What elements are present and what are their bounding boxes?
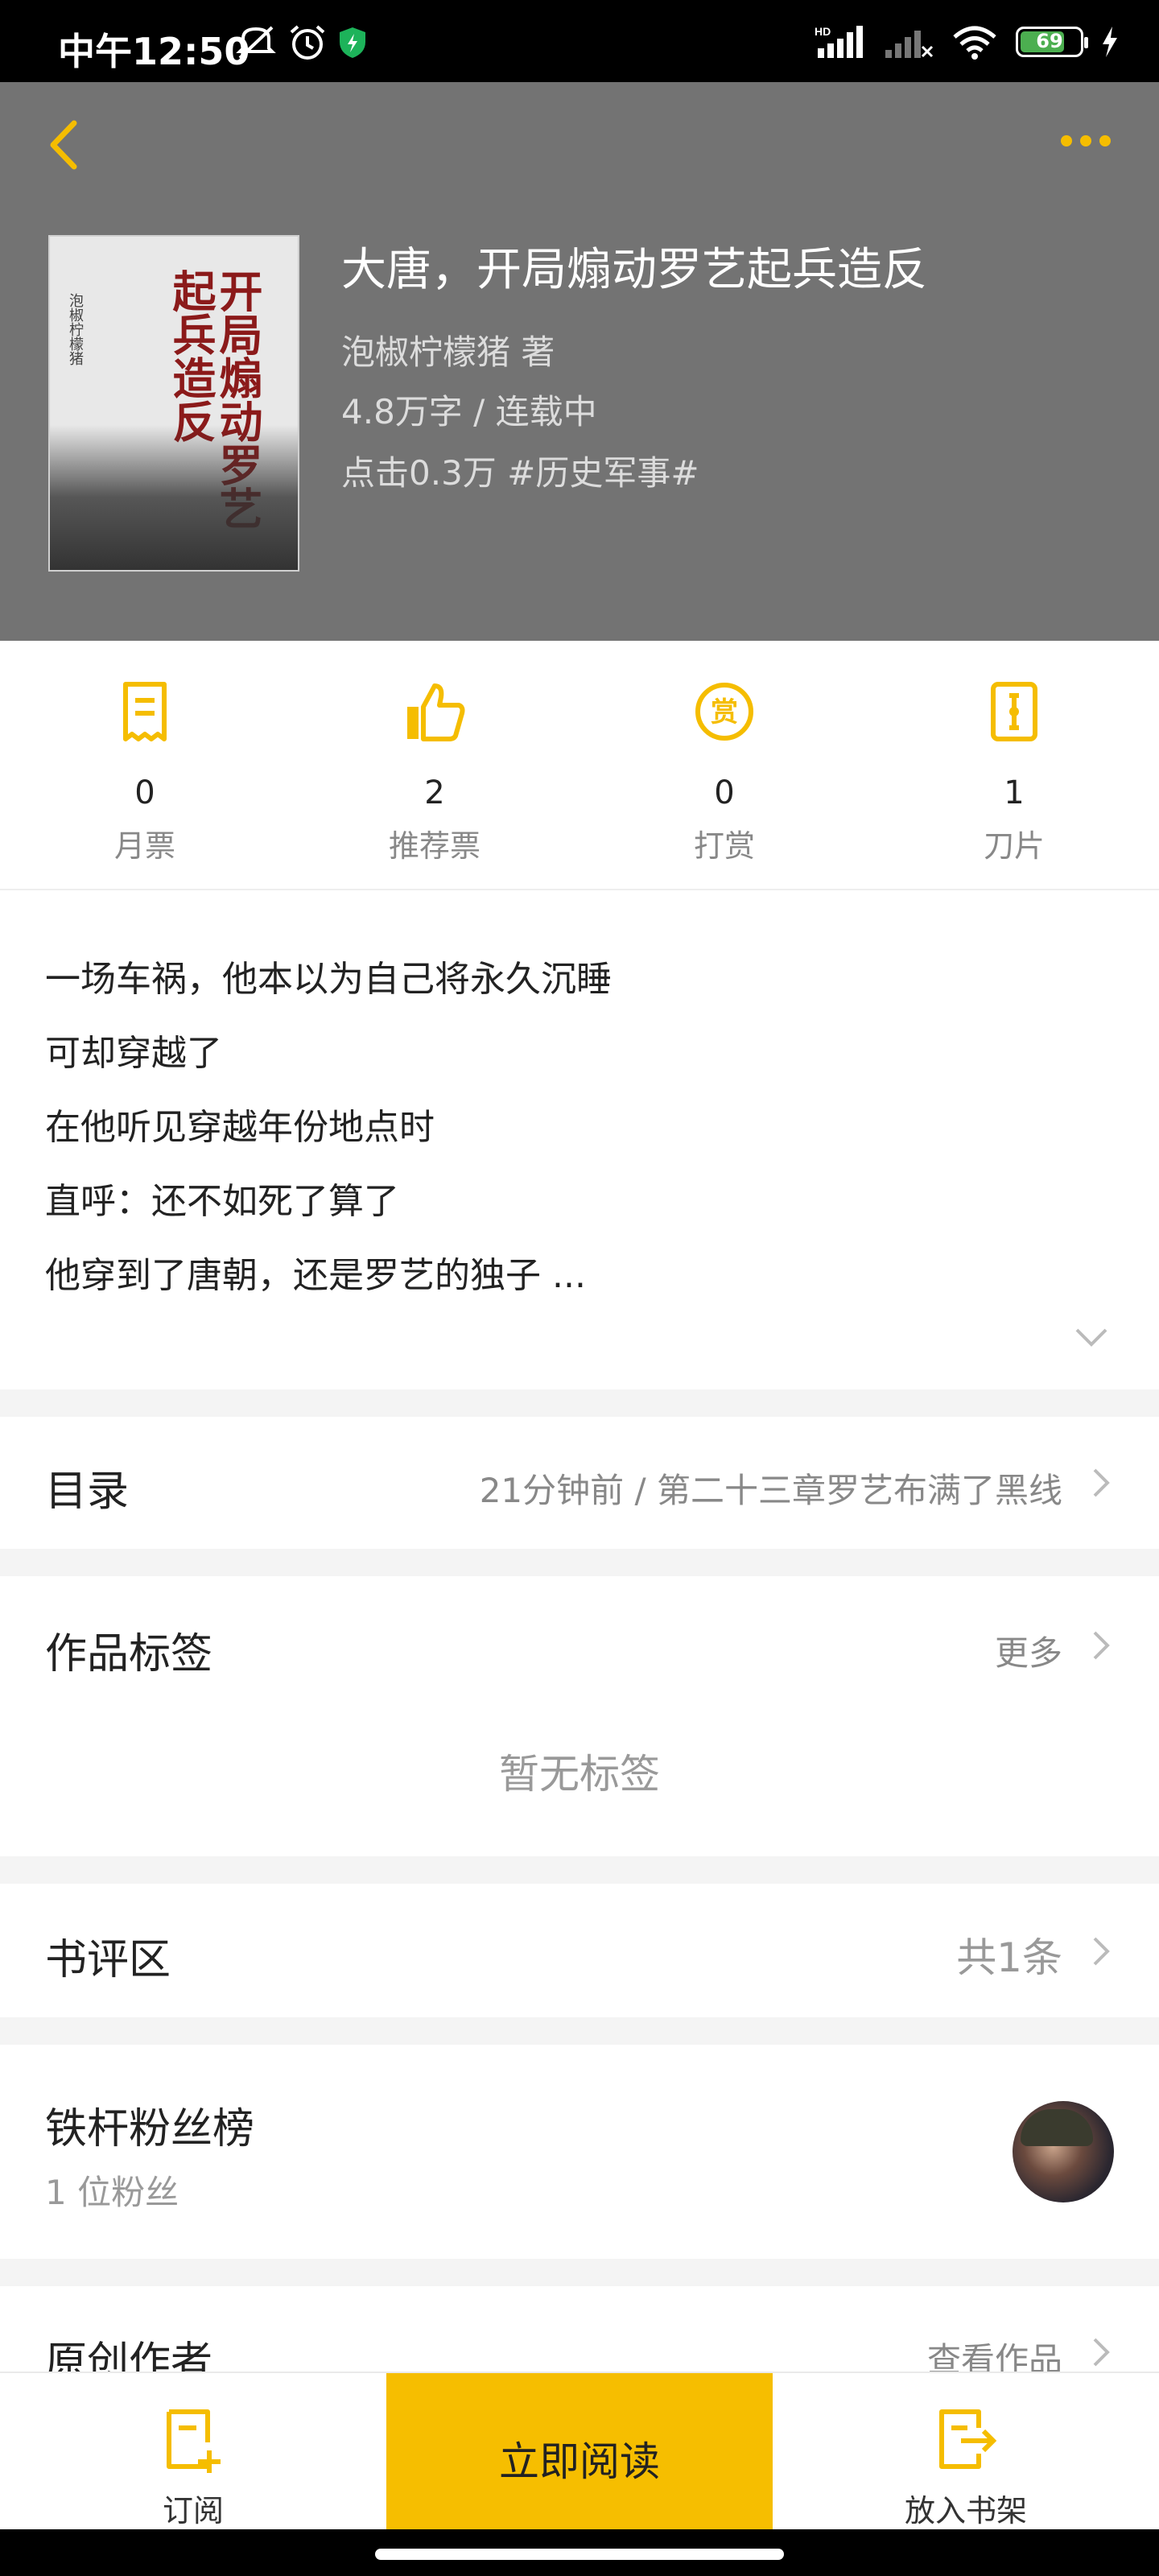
view-works-link[interactable]: 查看作品 — [927, 2333, 1062, 2372]
battery-icon: 69 — [1016, 27, 1088, 57]
wifi-icon — [953, 26, 996, 60]
stat-reward[interactable]: 赏 0 打赏 — [580, 641, 869, 889]
reviews-title: 书评区 — [45, 1936, 171, 1984]
blade-icon — [991, 682, 1037, 741]
chevron-down-icon[interactable] — [1074, 1325, 1109, 1349]
cover-artwork — [50, 425, 298, 570]
svg-text:HD: HD — [815, 25, 831, 38]
avatar[interactable] — [1013, 2101, 1114, 2202]
intro-line: 一场车祸，他本以为自己将永久沉睡 — [45, 959, 612, 1000]
stat-monthly-ticket[interactable]: 0 月票 — [0, 641, 290, 889]
read-now-label: 立即阅读 — [499, 2438, 660, 2485]
stat-recommend[interactable]: 2 推荐票 — [290, 641, 580, 889]
intro-line: 在他听见穿越年份地点时 — [45, 1107, 435, 1148]
add-to-shelf-button[interactable]: 放入书架 — [773, 2373, 1159, 2531]
signal-off-icon — [885, 31, 934, 58]
book-meta: 4.8万字 / 连载中 — [341, 392, 597, 431]
shield-icon — [340, 27, 365, 58]
book-author[interactable]: 泡椒柠檬猪 著 — [341, 325, 555, 374]
book-cover[interactable]: 开局煽动罗艺起兵造反 泡椒柠檬猪 — [48, 235, 299, 572]
mute-icon — [236, 26, 276, 60]
hd-signal-icon: HD — [815, 25, 863, 58]
no-tags-text: 暂无标签 — [499, 1751, 660, 1798]
chevron-right-icon — [1093, 2338, 1110, 2367]
catalog-row[interactable]: 目录 21分钟前 / 第二十三章罗艺布满了黑线 — [0, 1417, 1159, 1549]
alarm-icon — [290, 25, 325, 60]
book-clicks-category: 点击0.3万 #历史军事# — [341, 453, 699, 493]
author-row-title: 原创作者 — [45, 2339, 213, 2372]
system-nav-bar — [0, 2529, 1159, 2576]
tags-more-link[interactable]: 更多 — [995, 1626, 1062, 1675]
author-row[interactable]: 原创作者 查看作品 — [0, 2286, 1159, 2372]
stat-value: 0 — [134, 774, 155, 811]
stat-label: 打赏 — [693, 828, 755, 864]
read-now-button[interactable]: 立即阅读 — [386, 2373, 773, 2531]
status-bar: 中午12:50 HD 69 — [0, 0, 1159, 82]
svg-text:赏: 赏 — [711, 696, 738, 729]
battery-level: 69 — [1036, 30, 1063, 52]
book-title: 大唐，开局煽动罗艺起兵造反 — [341, 244, 927, 296]
stat-label: 月票 — [113, 828, 175, 864]
latest-chapter: 21分钟前 / 第二十三章罗艺布满了黑线 — [479, 1471, 1062, 1510]
stat-blade[interactable]: 1 刀片 — [869, 641, 1159, 889]
reviews-row[interactable]: 书评区 共1条 — [0, 1884, 1159, 2017]
stats-row: 0 月票 2 推荐票 赏 0 打赏 1 刀片 — [0, 641, 1159, 890]
fans-count: 1 位粉丝 — [45, 2173, 179, 2212]
intro-line: 可却穿越了 — [45, 1033, 222, 1074]
subscribe-button[interactable]: 订阅 — [0, 2373, 386, 2531]
stat-label: 刀片 — [983, 828, 1045, 864]
fans-row[interactable]: 铁杆粉丝榜 1 位粉丝 — [0, 2045, 1159, 2259]
status-time: 中午12:50 — [58, 30, 250, 73]
subscribe-icon — [167, 2409, 221, 2473]
more-icon[interactable] — [1061, 135, 1111, 147]
back-icon[interactable] — [42, 117, 90, 173]
thumbs-up-icon — [407, 683, 465, 741]
intro-line: 直呼：还不如死了算了 — [45, 1181, 399, 1222]
subscribe-label: 订阅 — [162, 2493, 224, 2529]
bottom-action-bar: 订阅 立即阅读 放入书架 — [0, 2372, 1159, 2531]
stat-value: 0 — [714, 774, 735, 811]
stat-value: 1 — [1004, 774, 1025, 811]
chevron-right-icon — [1093, 1937, 1110, 1966]
add-to-shelf-icon — [939, 2409, 997, 2469]
stat-label: 推荐票 — [388, 828, 481, 864]
cover-author: 泡椒柠檬猪 — [67, 293, 84, 365]
catalog-title: 目录 — [45, 1468, 130, 1516]
home-indicator[interactable] — [375, 2549, 784, 2560]
book-intro[interactable]: 一场车祸，他本以为自己将永久沉睡 可却穿越了 在他听见穿越年份地点时 直呼：还不… — [0, 890, 1159, 1389]
reviews-count: 共1条 — [956, 1934, 1062, 1981]
monthly-ticket-icon — [123, 682, 167, 741]
chevron-right-icon — [1093, 1468, 1110, 1497]
reward-icon: 赏 — [695, 683, 753, 741]
fans-title: 铁杆粉丝榜 — [45, 2105, 255, 2153]
tags-section: 作品标签 更多 暂无标签 — [0, 1576, 1159, 1856]
stat-value: 2 — [424, 774, 445, 811]
tags-title: 作品标签 — [45, 1630, 213, 1678]
add-to-shelf-label: 放入书架 — [904, 2493, 1027, 2529]
charging-icon — [1103, 27, 1117, 57]
chevron-right-icon[interactable] — [1090, 1628, 1112, 1663]
intro-line: 他穿到了唐朝，还是罗艺的独子 ... — [45, 1255, 586, 1296]
